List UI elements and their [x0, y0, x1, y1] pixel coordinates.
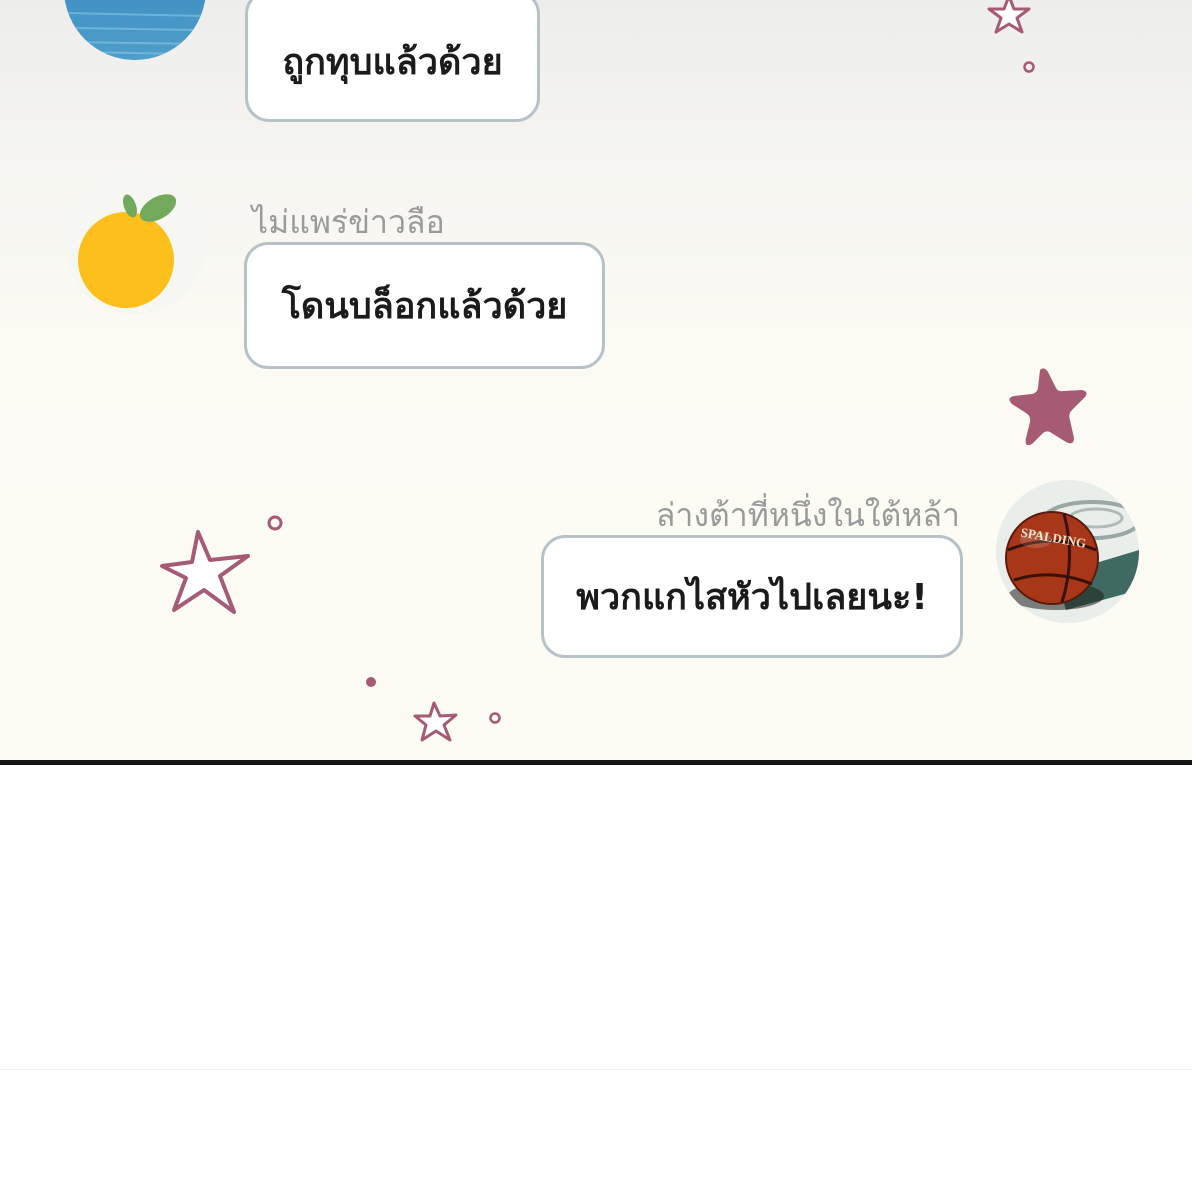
- avatar-sea[interactable]: [64, 0, 206, 60]
- message-text-1: ถูกทุบแล้วด้วย: [282, 41, 503, 83]
- dot-outline-icon: [489, 712, 501, 724]
- bottom-divider: [0, 1069, 1192, 1070]
- star-filled-icon: [1009, 368, 1087, 446]
- avatar-orange[interactable]: [64, 172, 206, 314]
- message-bubble-2[interactable]: โดนบล็อกแล้วด้วย: [244, 242, 605, 369]
- dot-filled-icon: [366, 677, 376, 687]
- avatar-basketball[interactable]: SPALDING: [996, 480, 1139, 623]
- sender-name-3: ล่างต้าที่หนึ่งในใต้หล้า: [655, 496, 960, 534]
- message-text-3: พวกแกไสหัวไปเลยนะ!: [576, 577, 928, 618]
- star-outline-icon: [987, 0, 1031, 34]
- star-outline-small-icon: [413, 701, 458, 742]
- orange-fruit-icon: [78, 194, 177, 308]
- sea-photo-icon: [64, 0, 206, 60]
- chat-panel: ถูกทุบแล้วด้วย ไม่แพร่ข่าวลือ โดนบล็อกแล…: [0, 0, 1192, 760]
- message-text-2: โดนบล็อกแล้วด้วย: [281, 286, 568, 327]
- message-bubble-3[interactable]: พวกแกไสหัวไปเลยนะ!: [541, 535, 963, 658]
- panel-border: [0, 760, 1192, 765]
- star-outline-large-icon: [160, 530, 250, 614]
- sender-name-2: ไม่แพร่ข่าวลือ: [252, 203, 445, 241]
- dot-outline-icon: [267, 515, 283, 531]
- message-bubble-1[interactable]: ถูกทุบแล้วด้วย: [245, 0, 540, 122]
- dot-outline-icon: [1023, 61, 1035, 73]
- basketball-photo-icon: SPALDING: [996, 480, 1139, 623]
